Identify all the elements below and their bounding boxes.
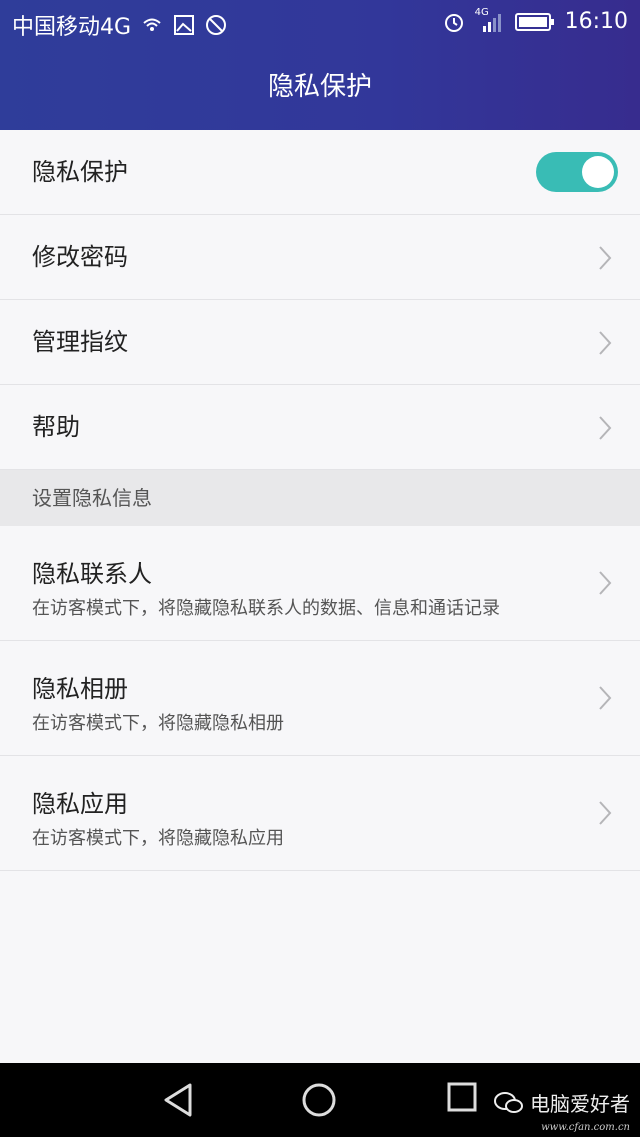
list-item-title: 隐私相册 [32,675,128,703]
image-icon [174,15,195,35]
list-item-subtitle: 在访客模式下，将隐藏隐私联系人的数据、信息和通话记录 [32,598,500,619]
carrier-label: 中国移动4G [12,15,132,40]
change-password-label: 修改密码 [32,243,128,271]
switch-knob [582,156,614,188]
page-title: 隐私保护 [267,72,372,102]
chevron-right-icon [599,571,612,595]
chevron-right-icon [599,686,612,710]
watermark-url: www.cfan.com.cn [541,1122,630,1133]
manage-fingerprint-label: 管理指纹 [32,328,128,356]
list-item-title: 隐私应用 [32,790,128,818]
recent-apps-icon[interactable] [446,1081,480,1115]
list-item-subtitle: 在访客模式下，将隐藏隐私相册 [32,713,284,734]
list-item-subtitle: 在访客模式下，将隐藏隐私应用 [32,828,284,849]
blocked-notification-icon [206,15,227,35]
privacy-album-item[interactable]: 隐私相册 在访客模式下，将隐藏隐私相册 [0,641,640,756]
help-label: 帮助 [32,413,80,441]
privacy-apps-item[interactable]: 隐私应用 在访客模式下，将隐藏隐私应用 [0,756,640,871]
status-bar: 中国移动4G 4G 16:10 [0,0,640,44]
chevron-right-icon [599,801,612,825]
wifi-hotspot-icon [143,18,161,31]
list-item-title: 隐私联系人 [32,560,152,588]
home-icon[interactable] [300,1081,338,1119]
watermark-text: 电脑爱好者 [530,1092,630,1116]
privacy-contacts-item[interactable]: 隐私联系人 在访客模式下，将隐藏隐私联系人的数据、信息和通话记录 [0,526,640,641]
clock-time: 16:10 [564,9,628,34]
page-header: 隐私保护 [0,44,640,130]
watermark: 电脑爱好者 [494,1088,630,1117]
alarm-icon [444,13,463,32]
privacy-protection-label: 隐私保护 [32,158,128,186]
chevron-right-icon [599,331,612,355]
help-item[interactable]: 帮助 [0,385,640,470]
chevron-right-icon [599,416,612,440]
chevron-right-icon [599,246,612,270]
section-header: 设置隐私信息 [0,470,640,526]
manage-fingerprint-item[interactable]: 管理指纹 [0,300,640,385]
back-icon[interactable] [160,1081,196,1119]
signal-icon: 4G [475,7,505,33]
privacy-protection-toggle-row[interactable]: 隐私保护 [0,130,640,215]
privacy-protection-switch[interactable] [536,152,618,192]
wechat-icon [494,1091,523,1113]
settings-list: 隐私保护 修改密码 管理指纹 帮助 设置隐私信息 隐私联系人 在访客模式下，将隐… [0,130,640,871]
section-header-label: 设置隐私信息 [32,486,152,510]
battery-icon [514,12,554,31]
change-password-item[interactable]: 修改密码 [0,215,640,300]
